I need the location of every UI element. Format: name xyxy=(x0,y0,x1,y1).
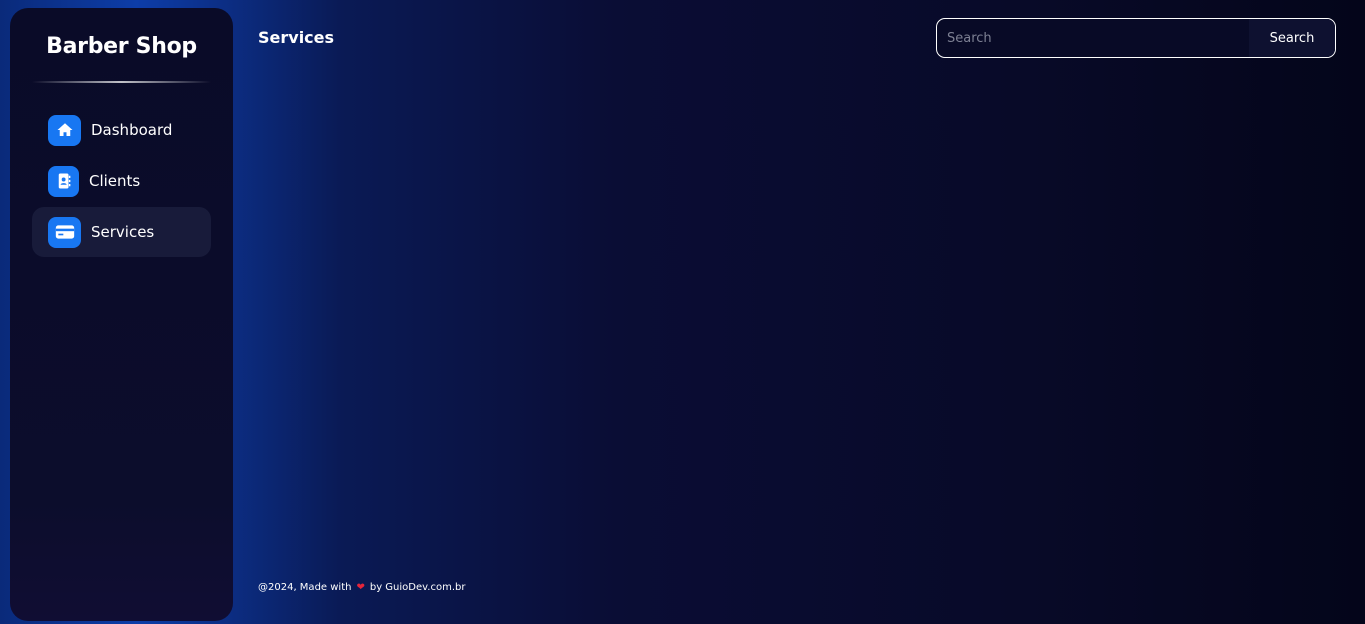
credit-card-icon xyxy=(48,216,81,248)
heart-icon: ❤ xyxy=(356,582,365,593)
sidebar-divider xyxy=(32,81,211,83)
sidebar-item-label: Services xyxy=(91,223,155,241)
sidebar-item-clients[interactable]: Clients xyxy=(32,156,211,206)
sidebar: Barber Shop Dashboard Clients Services xyxy=(10,8,233,621)
search-bar: Search xyxy=(936,18,1336,58)
sidebar-nav: Dashboard Clients Services xyxy=(32,105,211,257)
footer: @2024, Made with ❤ by GuioDev.com.br xyxy=(258,582,465,593)
sidebar-item-label: Dashboard xyxy=(91,121,173,139)
brand-title: Barber Shop xyxy=(46,34,197,59)
search-button[interactable]: Search xyxy=(1249,19,1335,57)
contacts-book-icon xyxy=(48,165,79,197)
footer-credit: by GuioDev.com.br xyxy=(369,582,466,593)
sidebar-item-services[interactable]: Services xyxy=(32,207,211,257)
footer-prefix: @2024, Made with xyxy=(258,582,352,593)
page-title: Services xyxy=(258,28,335,47)
home-icon xyxy=(48,114,81,146)
sidebar-item-dashboard[interactable]: Dashboard xyxy=(32,105,211,155)
sidebar-item-label: Clients xyxy=(89,172,141,190)
search-input[interactable] xyxy=(937,19,1249,57)
